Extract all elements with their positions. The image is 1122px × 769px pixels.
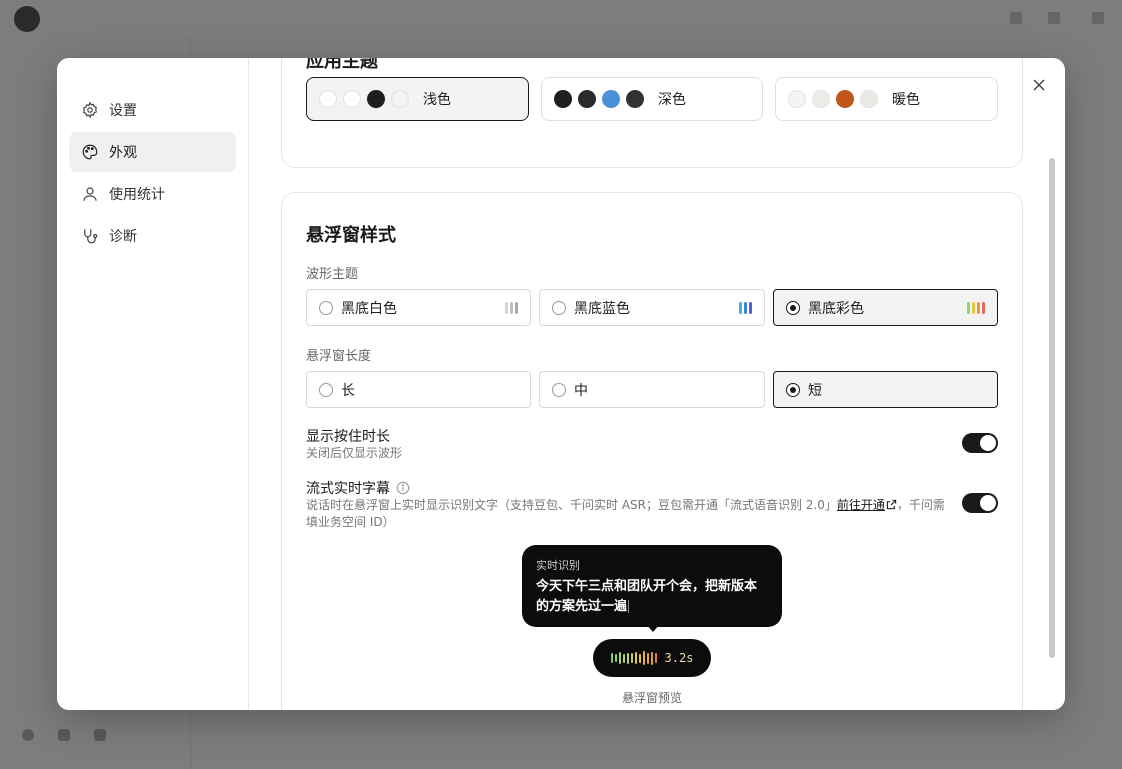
streaming-subtitles-row: 流式实时字幕 (306, 478, 410, 498)
close-window-icon (1092, 12, 1104, 24)
stethoscope-icon (81, 227, 99, 245)
bubble-text: 今天下午三点和团队开个会，把新版本的方案先过一遍 (536, 579, 758, 614)
hold-duration-text: 3.2s (664, 651, 694, 665)
user-icon (81, 185, 99, 203)
nav-item-appearance[interactable]: 外观 (69, 132, 236, 172)
external-link-icon (886, 498, 897, 514)
gear-icon (81, 101, 99, 119)
background-icon (58, 729, 70, 741)
swatch (578, 90, 596, 108)
nav-item-usage-stats[interactable]: 使用统计 (69, 174, 236, 214)
swatch (788, 90, 806, 108)
theme-option-dark[interactable]: 深色 (541, 77, 763, 121)
maximize-icon (1048, 12, 1060, 24)
background-topbar (0, 0, 1122, 38)
swatch (602, 90, 620, 108)
background-avatar (22, 729, 34, 741)
nav-item-diagnostics[interactable]: 诊断 (69, 216, 236, 256)
length-option-medium[interactable]: 中 (539, 371, 765, 408)
theme-label: 暖色 (892, 92, 920, 108)
length-label: 悬浮窗长度 (306, 349, 372, 364)
close-icon (1033, 79, 1045, 91)
theme-label: 深色 (658, 92, 686, 108)
streaming-subtitles-desc: 说话时在悬浮窗上实时显示识别文字（支持豆包、千问实时 ASR；豆包需开通「流式语… (306, 498, 945, 529)
nav-item-label: 外观 (109, 145, 137, 161)
settings-nav: 设置 外观 使用统计 诊断 (57, 58, 249, 710)
float-window-pill-preview: 3.2s (593, 639, 711, 677)
length-option-short[interactable]: 短 (773, 371, 998, 408)
close-button[interactable] (1027, 73, 1051, 97)
nav-item-label: 诊断 (109, 229, 137, 245)
theme-swatches (554, 90, 644, 108)
show-hold-duration-toggle[interactable] (962, 433, 998, 453)
swatch (319, 90, 337, 108)
section-title: 应用主题 (306, 58, 378, 72)
streaming-subtitles-title: 流式实时字幕 (306, 481, 390, 497)
wave-preview-icon (739, 302, 752, 314)
swatch (554, 90, 572, 108)
float-window-card: 悬浮窗样式 波形主题 黑底白色 黑底蓝色 黑底彩色 悬浮窗长度 长 中 短 显示… (281, 192, 1023, 710)
minimize-icon (1010, 12, 1022, 24)
wave-theme-label: 波形主题 (306, 267, 359, 282)
background-icon (94, 729, 106, 741)
streaming-subtitles-toggle[interactable] (962, 493, 998, 513)
swatch (836, 90, 854, 108)
wave-preview-icon (967, 302, 985, 314)
radio-button[interactable] (319, 382, 333, 397)
swatch (391, 90, 409, 108)
show-hold-duration-desc: 关闭后仅显示波形 (306, 446, 403, 460)
enable-link[interactable]: 前往开通 (837, 498, 885, 512)
swatch (626, 90, 644, 108)
wave-preview-icon (505, 302, 518, 314)
nav-item-label: 设置 (109, 103, 137, 119)
scrollbar[interactable] (1049, 158, 1055, 658)
radio-label: 黑底彩色 (808, 300, 864, 317)
settings-dialog: 设置 外观 使用统计 诊断 应用主题 浅色 深色 暖色 悬浮窗样式 波形主题 黑… (57, 58, 1065, 710)
wave-option-black-blue[interactable]: 黑底蓝色 (539, 289, 765, 326)
show-hold-duration-title: 显示按住时长 (306, 429, 390, 445)
radio-button[interactable] (786, 382, 800, 397)
section-title: 悬浮窗样式 (306, 225, 396, 246)
radio-label: 黑底蓝色 (574, 300, 630, 317)
radio-button[interactable] (319, 300, 333, 315)
swatch (812, 90, 830, 108)
radio-label: 长 (341, 382, 355, 399)
bubble-label: 实时识别 (536, 559, 580, 572)
waveform-icon (610, 651, 657, 665)
theme-option-warm[interactable]: 暖色 (775, 77, 998, 121)
nav-item-label: 使用统计 (109, 187, 165, 203)
radio-button[interactable] (552, 382, 566, 397)
swatch (860, 90, 878, 108)
wave-option-black-white[interactable]: 黑底白色 (306, 289, 531, 326)
app-theme-card: 应用主题 浅色 深色 暖色 (281, 58, 1023, 168)
subtitle-bubble-preview: 实时识别 今天下午三点和团队开个会，把新版本的方案先过一遍 (522, 545, 782, 627)
swatch (367, 90, 385, 108)
palette-icon (81, 143, 99, 161)
settings-content: 应用主题 浅色 深色 暖色 悬浮窗样式 波形主题 黑底白色 黑底蓝色 黑底彩色 … (249, 58, 1055, 710)
radio-button[interactable] (786, 300, 800, 315)
nav-item-settings[interactable]: 设置 (69, 90, 236, 130)
theme-label: 浅色 (423, 92, 451, 108)
theme-swatches (319, 90, 409, 108)
wave-option-black-color[interactable]: 黑底彩色 (773, 289, 998, 326)
radio-label: 短 (808, 382, 822, 399)
info-icon[interactable] (396, 481, 410, 495)
app-logo (14, 6, 40, 32)
preview-caption: 悬浮窗预览 (622, 691, 683, 705)
radio-label: 黑底白色 (341, 300, 397, 317)
swatch (343, 90, 361, 108)
radio-button[interactable] (552, 300, 566, 315)
theme-option-light[interactable]: 浅色 (306, 77, 529, 121)
radio-label: 中 (574, 382, 588, 399)
bubble-tail (646, 624, 660, 632)
theme-swatches (788, 90, 878, 108)
length-option-long[interactable]: 长 (306, 371, 531, 408)
